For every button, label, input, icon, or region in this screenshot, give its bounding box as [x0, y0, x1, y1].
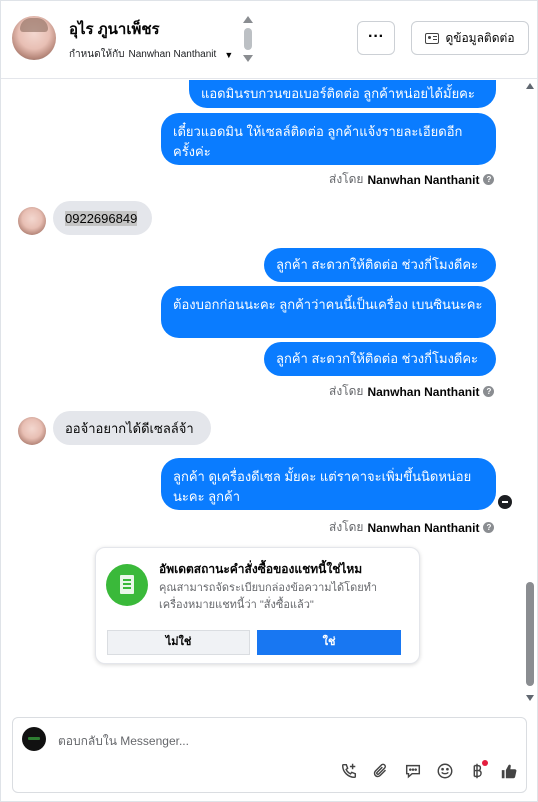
- contact-card-icon: [425, 32, 440, 44]
- sent-by-label: ส่งโดย Nanwhan Nanthanit ?: [329, 382, 495, 401]
- phone-number[interactable]: 0922696849: [65, 211, 138, 226]
- previous-conversation-icon[interactable]: [243, 16, 253, 23]
- order-document-icon: [106, 564, 148, 606]
- conversation-nav[interactable]: [242, 16, 254, 62]
- sent-by-prefix: ส่งโดย: [329, 172, 364, 186]
- outgoing-message[interactable]: เดี๋ยวแอดมิน ให้เซลล์ติดต่อ ลูกค้าแจ้งรา…: [161, 113, 496, 165]
- composer-toolbar: [333, 760, 525, 782]
- attachment-icon[interactable]: [365, 760, 397, 782]
- assigned-label: กำหนดให้กับ: [69, 49, 125, 60]
- next-conversation-icon[interactable]: [243, 55, 253, 62]
- reply-composer: [12, 717, 527, 793]
- help-icon[interactable]: ?: [483, 174, 495, 185]
- conversation-header: อุไร ภูนาเพ็ชร กำหนดให้กับ Nanwhan Nanth…: [1, 1, 537, 79]
- contact-avatar[interactable]: [12, 16, 56, 60]
- order-prompt-title: อัพเดตสถานะคำสั่งซื้อของแชทนี้ใช่ไหม: [159, 562, 363, 576]
- notification-dot: [482, 760, 488, 766]
- sender-name: Nanwhan Nanthanit: [367, 520, 480, 535]
- assignee-name: Nanwhan Nanthanit: [128, 49, 217, 60]
- outgoing-message[interactable]: ต้องบอกก่อนนะคะ ลูกค้าว่าคนนี้เป็นเครื่อ…: [161, 286, 496, 338]
- caret-down-icon: ▼: [224, 49, 234, 60]
- sent-by-label: ส่งโดย Nanwhan Nanthanit ?: [329, 170, 495, 189]
- outgoing-message[interactable]: ลูกค้า สะดวกให้ติดต่อ ช่วงกี่โมงดีคะ: [264, 342, 496, 376]
- contact-avatar-small: [18, 207, 46, 235]
- incoming-message[interactable]: 0922696849: [53, 201, 152, 235]
- emoji-icon[interactable]: [429, 760, 461, 782]
- order-yes-button[interactable]: ใช่: [257, 630, 401, 655]
- contact-avatar-small: [18, 417, 46, 445]
- contact-name[interactable]: อุไร ภูนาเพ็ชร: [69, 17, 160, 41]
- conversation-window: อุไร ภูนาเพ็ชร กำหนดให้กับ Nanwhan Nanth…: [0, 0, 538, 802]
- outgoing-message[interactable]: ลูกค้า สะดวกให้ติดต่อ ช่วงกี่โมงดีคะ: [264, 248, 496, 282]
- seen-indicator-icon: [498, 495, 512, 509]
- more-options-button[interactable]: ···: [357, 21, 395, 55]
- conversation-scrollbar[interactable]: [523, 80, 537, 705]
- assignee-selector[interactable]: กำหนดให้กับ Nanwhan Nanthanit ▼: [69, 47, 233, 62]
- sent-by-prefix: ส่งโดย: [329, 384, 364, 398]
- call-add-icon[interactable]: [333, 760, 365, 782]
- baht-payment-icon[interactable]: [461, 760, 493, 782]
- sender-name: Nanwhan Nanthanit: [367, 172, 480, 187]
- scroll-down-icon[interactable]: [526, 695, 534, 701]
- scroll-thumb[interactable]: [526, 582, 534, 686]
- message-list[interactable]: แอดมินรบกวนขอเบอร์ติดต่อ ลูกค้าหน่อยได้ม…: [1, 80, 523, 705]
- thumbs-up-icon[interactable]: [493, 760, 525, 782]
- outgoing-message[interactable]: แอดมินรบกวนขอเบอร์ติดต่อ ลูกค้าหน่อยได้ม…: [189, 80, 496, 108]
- page-avatar: [22, 727, 46, 751]
- view-contact-info-button[interactable]: ดูข้อมูลติดต่อ: [411, 21, 529, 55]
- view-contact-info-label: ดูข้อมูลติดต่อ: [445, 30, 515, 45]
- scroll-up-icon[interactable]: [526, 83, 534, 89]
- help-icon[interactable]: ?: [483, 522, 495, 533]
- reply-input[interactable]: [58, 733, 498, 749]
- saved-reply-icon[interactable]: [397, 760, 429, 782]
- nav-handle: [244, 28, 252, 50]
- help-icon[interactable]: ?: [483, 386, 495, 397]
- sent-by-label: ส่งโดย Nanwhan Nanthanit ?: [329, 518, 495, 537]
- order-no-button[interactable]: ไม่ใช่: [107, 630, 250, 655]
- sender-name: Nanwhan Nanthanit: [367, 384, 480, 399]
- outgoing-message[interactable]: ลูกค้า ดูเครื่องดีเซล มั้ยคะ แต่ราคาจะเพ…: [161, 458, 496, 510]
- order-status-prompt: อัพเดตสถานะคำสั่งซื้อของแชทนี้ใช่ไหม คุณ…: [95, 547, 420, 664]
- incoming-message[interactable]: ออจ้าอยากได้ดีเซลล์จ้า: [53, 411, 211, 445]
- order-prompt-description: คุณสามารถจัดระเบียบกล่องข้อความได้โดยทำเ…: [159, 582, 378, 611]
- sent-by-prefix: ส่งโดย: [329, 520, 364, 534]
